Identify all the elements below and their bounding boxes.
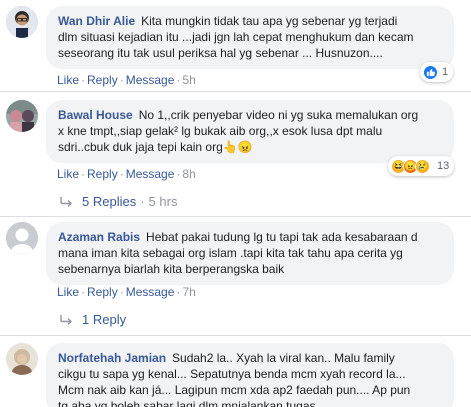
comment-text-line: sdri..cbuk duk jaja tepi kain org👆😠 [58,140,253,154]
comment-time[interactable]: 8h [182,167,195,181]
comment-text-line: Sudah2 la.. Xyah la viral kan.. Malu fam… [172,351,395,365]
avatar[interactable] [6,100,38,132]
comment-text-line: dlm situasi kejadian itu ...jadi jgn lah… [58,30,414,44]
divider [0,335,471,336]
reaction-summary[interactable]: 1 [420,62,454,82]
view-replies-link[interactable]: 5 Replies · 5 hrs [60,194,177,209]
like-link[interactable]: Like [57,73,79,87]
comment-bubble: Wan Dhir Alie Kita mungkin tidak tau apa … [46,6,454,69]
comment-bubble: Norfatehah Jamian Sudah2 la.. Xyah la vir… [46,343,454,407]
comment-text-line: Hebat pakai tudung lg tu tapi tak ada ke… [146,230,418,244]
sad-icon: 😢 [415,158,430,174]
avatar[interactable] [6,343,38,375]
comment-author[interactable]: Bawal House [58,108,133,122]
message-link[interactable]: Message [126,285,175,299]
comment-actions: Like · Reply · Message · 8h [57,167,196,181]
comment-text-line: tg aba yg boleh sabar lagi dlm mnjalanka… [58,399,316,407]
comment-text-line: sebenarnya biarlah kita berperangska bai… [58,262,285,276]
comment-time[interactable]: 5h [182,73,195,87]
comment-author[interactable]: Wan Dhir Alie [58,14,135,28]
reaction-summary[interactable]: 😆 😠 😢 13 [388,156,455,176]
message-link[interactable]: Message [126,167,175,181]
comment-actions: Like · Reply · Message · 7h [57,285,196,299]
avatar[interactable] [6,222,38,254]
avatar[interactable] [6,6,38,38]
view-replies-link[interactable]: 1 Reply [60,312,126,327]
comment-bubble: Azaman Rabis Hebat pakai tudung lg tu tap… [46,222,454,285]
replies-count[interactable]: 1 Reply [82,312,126,327]
comment-time[interactable]: 7h [182,285,195,299]
divider [0,91,471,92]
comment-text-line: Kita mungkin tidak tau apa yg sebenar yg… [141,14,398,28]
comment-text-line: x kne tmpt,,siap gelak² lg bukak aib org… [58,124,383,138]
like-link[interactable]: Like [57,285,79,299]
comment-text-line: Mcm nak aib kan já... Lagipun mcm xda ap… [58,383,411,397]
comment-author[interactable]: Azaman Rabis [58,230,140,244]
reply-link[interactable]: Reply [87,167,118,181]
comment-text-line: seseorang itu tak usul periksa hal yg se… [58,46,383,60]
reaction-count: 13 [437,160,450,172]
comment-bubble: Bawal House No 1,,crik penyebar video ni … [46,100,454,163]
like-icon [423,64,438,80]
reply-link[interactable]: Reply [87,73,118,87]
reply-link[interactable]: Reply [87,285,118,299]
comment-text-line: cikgu tu sapa yg kenal... Sepatutnya ben… [58,367,406,381]
replies-count[interactable]: 5 Replies [82,194,136,209]
comment-text-line: No 1,,crik penyebar video ni yg suka mem… [138,108,419,122]
message-link[interactable]: Message [126,73,175,87]
reply-arrow-icon [60,196,72,207]
reply-arrow-icon [60,314,72,325]
reaction-count: 1 [442,66,449,78]
replies-time: 5 hrs [148,194,178,209]
divider [0,216,471,217]
comment-actions: Like · Reply · Message · 5h [57,73,196,87]
comment-author[interactable]: Norfatehah Jamian [58,351,166,365]
like-link[interactable]: Like [57,167,79,181]
comment-text-line: mana iman kita sebagai org islam .tapi k… [58,246,403,260]
